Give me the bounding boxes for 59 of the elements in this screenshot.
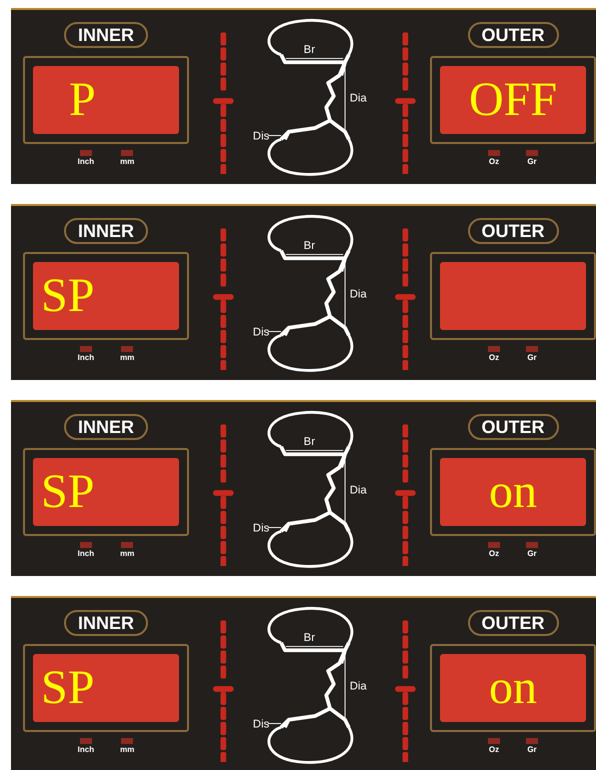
unit-label: Inch bbox=[78, 352, 94, 364]
diameter-label: Dia bbox=[349, 92, 366, 105]
unit-indicator-light bbox=[121, 346, 134, 352]
outer-display-text: on bbox=[489, 664, 537, 712]
unit-indicator-light bbox=[80, 542, 92, 548]
distance-label: Dis bbox=[252, 326, 269, 338]
unit-indicator-light bbox=[488, 738, 500, 744]
unit-indicator-light bbox=[488, 150, 500, 156]
unit-indicator-light bbox=[526, 346, 538, 352]
unit-label: Oz bbox=[488, 548, 500, 560]
distance-label: Dis bbox=[252, 522, 269, 534]
unit-label: Oz bbox=[488, 744, 500, 756]
outer-label: OUTER bbox=[468, 218, 558, 244]
unit-indicator-light bbox=[488, 542, 500, 548]
unit-indicator-light bbox=[526, 738, 538, 744]
distance-label: Dis bbox=[252, 718, 269, 730]
unit-label: Inch bbox=[78, 548, 94, 560]
unit-indicator-light bbox=[80, 346, 92, 352]
unit-label: Oz bbox=[488, 156, 500, 168]
outer-display-text: OFF bbox=[468, 76, 558, 124]
unit-label: mm bbox=[120, 744, 134, 756]
unit-label: Gr bbox=[527, 744, 537, 756]
diameter-label: Dia bbox=[349, 288, 366, 301]
outer-display-text: on bbox=[489, 468, 537, 516]
inner-display-text: SP bbox=[41, 468, 94, 516]
diameter-label: Dia bbox=[349, 680, 366, 693]
outer-label: OUTER bbox=[468, 22, 558, 48]
unit-label: Oz bbox=[488, 352, 500, 364]
inner-label: INNER bbox=[64, 610, 148, 636]
unit-indicator-light bbox=[121, 738, 134, 744]
diameter-label: Dia bbox=[349, 484, 366, 497]
unit-label: mm bbox=[120, 548, 134, 560]
unit-label: Gr bbox=[527, 352, 537, 364]
inner-display-text: SP bbox=[41, 664, 94, 712]
unit-indicator-light bbox=[488, 346, 500, 352]
outer-label: OUTER bbox=[468, 414, 558, 440]
inner-display-text: P bbox=[69, 76, 96, 124]
unit-label: mm bbox=[120, 352, 134, 364]
unit-label: Gr bbox=[527, 548, 537, 560]
inner-label: INNER bbox=[64, 218, 148, 244]
unit-indicator-light bbox=[121, 150, 134, 156]
unit-label: mm bbox=[120, 156, 134, 168]
width-label: Br bbox=[303, 240, 315, 252]
unit-label: Inch bbox=[78, 156, 94, 168]
inner-label: INNER bbox=[64, 22, 148, 48]
unit-indicator-light bbox=[80, 150, 92, 156]
unit-label: Inch bbox=[78, 744, 94, 756]
width-label: Br bbox=[303, 436, 315, 448]
inner-label: INNER bbox=[64, 414, 148, 440]
width-label: Br bbox=[303, 44, 315, 56]
inner-display-text: SP bbox=[41, 272, 94, 320]
outer-label: OUTER bbox=[468, 610, 558, 636]
unit-indicator-light bbox=[80, 738, 92, 744]
unit-indicator-light bbox=[121, 542, 134, 548]
unit-indicator-light bbox=[526, 542, 538, 548]
distance-label: Dis bbox=[252, 130, 269, 142]
unit-label: Gr bbox=[527, 156, 537, 168]
unit-indicator-light bbox=[526, 150, 538, 156]
width-label: Br bbox=[303, 632, 315, 644]
